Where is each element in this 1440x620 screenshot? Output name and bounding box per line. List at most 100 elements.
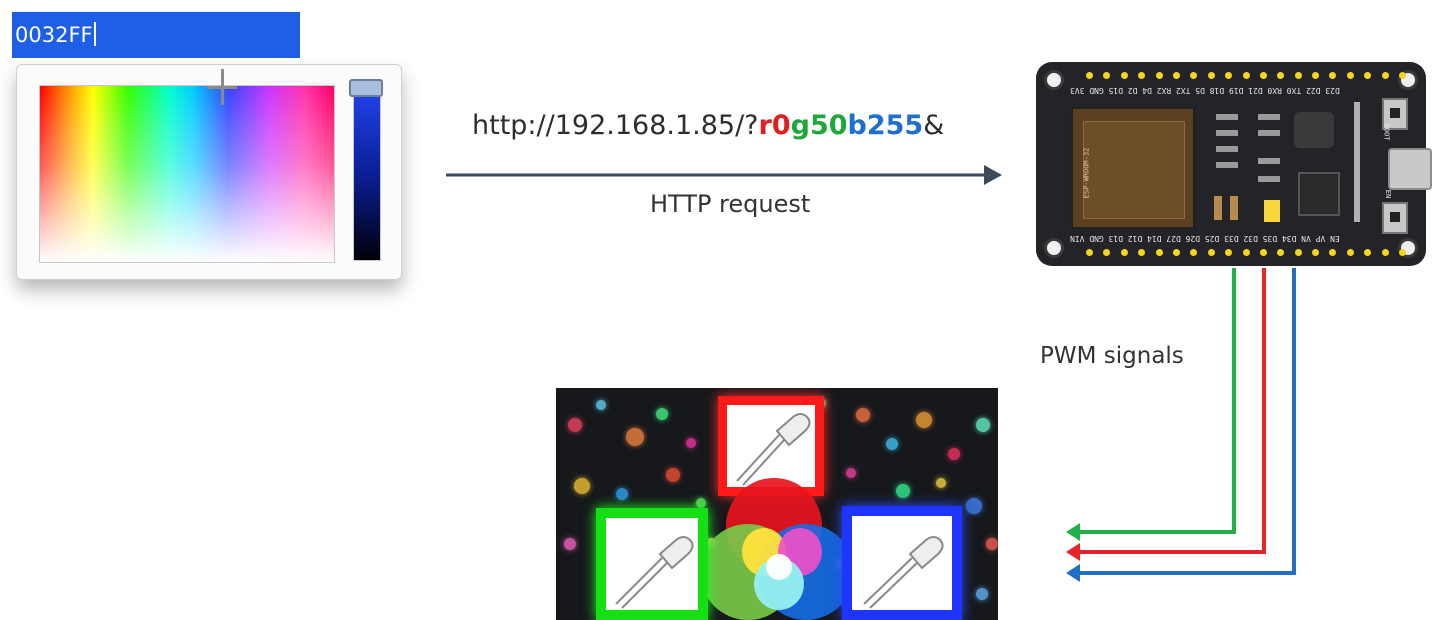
header-pin [1294,72,1302,79]
smd-component [1258,158,1280,164]
url-param-r-value: 0 [771,110,791,141]
url-param-b-key: b [847,110,867,141]
header-pin [1259,249,1267,256]
boot-label: BOOT [1382,123,1391,141]
bokeh-light [976,418,990,432]
module-label: ESP-WROOM-32 [1082,147,1091,199]
bokeh-light [966,498,982,514]
bokeh-light [916,412,932,428]
bokeh-light [686,438,696,448]
en-button[interactable] [1382,202,1408,234]
top-pin-labels: D23 D22 TX0 RX0 D21 D19 D18 D5 TX2 RX2 D… [1070,86,1340,95]
header-pin [1294,249,1302,256]
header-pin [1172,72,1180,79]
header-pin [1242,72,1250,79]
mount-hole [1044,238,1064,258]
smd-component [1216,162,1238,168]
request-arrow-head [984,165,1002,185]
smd-component [1216,114,1238,120]
header-pin [1329,249,1337,256]
bokeh-light [976,588,988,600]
header-pin [1277,72,1285,79]
pwm-arrowhead-blue [1066,564,1080,582]
header-pin [1207,249,1215,256]
header-pin [1312,249,1320,256]
usb-uart-chip [1294,112,1334,148]
smd-component [1216,146,1238,152]
header-pin [1225,249,1233,256]
header-pin [1086,249,1093,256]
usb-port [1388,148,1432,190]
pwm-wire-green [1074,268,1236,534]
url-param-g-value: 50 [809,110,848,141]
bokeh-light [896,484,910,498]
header-pin [1364,72,1372,79]
pwm-arrowhead-red [1066,543,1080,561]
url-param-r-key: r [758,110,772,141]
pwm-wire-blue [1074,268,1296,575]
smd-component [1216,130,1238,136]
mount-hole [1044,70,1064,90]
esp-wroom-module: ESP-WROOM-32 [1070,106,1196,230]
smd-component [1258,130,1280,136]
header-pins-top [1086,72,1407,79]
header-pin [1381,72,1389,79]
header-pin [1120,249,1128,256]
capacitor [1214,196,1222,220]
http-request-url: http://192.168.1.85/?r0g50b255& [472,110,944,141]
header-pin [1138,249,1146,256]
bokeh-light [936,478,946,488]
led-icon [615,536,694,609]
header-pin [1399,72,1407,79]
header-pin [1190,72,1198,79]
bokeh-light [568,418,582,432]
blue-led [842,506,962,620]
smd-component [1258,176,1280,182]
led-icon [863,536,944,609]
header-pin [1259,72,1267,79]
bokeh-light [616,488,628,500]
led-icon [736,413,811,486]
white-overlap [766,554,792,580]
header-pin [1172,249,1180,256]
header-pin [1329,72,1337,79]
bokeh-light [986,538,998,550]
http-request-label: HTTP request [650,190,811,218]
bokeh-light [948,448,960,460]
bokeh-light [574,478,590,494]
url-param-b-value: 255 [866,110,924,141]
url-param-g-key: g [790,110,810,141]
header-pin [1103,249,1111,256]
header-pins-bottom [1086,249,1407,256]
header-pin [1190,249,1198,256]
header-pin [1086,72,1093,79]
esp32-board: D23 D22 TX0 RX0 D21 D19 D18 D5 TX2 RX2 D… [1036,62,1432,266]
url-suffix: & [923,110,945,141]
capacitor [1230,196,1238,220]
url-prefix: http://192.168.1.85/? [472,110,759,141]
header-pin [1242,249,1250,256]
bokeh-light [656,408,668,420]
header-pin [1155,72,1163,79]
header-pin [1120,72,1128,79]
bokeh-light [886,438,898,450]
bokeh-light [564,538,576,550]
bokeh-light [626,428,644,446]
pwm-arrowhead-green [1066,523,1080,541]
smd-strip [1354,102,1360,222]
header-pin [1364,249,1372,256]
module-shield [1083,121,1185,219]
header-pin [1346,72,1354,79]
header-pin [1207,72,1215,79]
smd-component [1258,114,1280,120]
bokeh-light [666,468,680,482]
header-pin [1277,249,1285,256]
bokeh-light [696,498,706,508]
header-pin [1399,249,1407,256]
green-led [596,508,708,620]
header-pin [1138,72,1146,79]
bokeh-light [846,468,856,478]
header-pin [1155,249,1163,256]
bottom-pin-labels: EN VP VN D34 D35 D32 D33 D25 D26 D27 D14… [1070,234,1340,243]
power-led [1264,200,1280,222]
